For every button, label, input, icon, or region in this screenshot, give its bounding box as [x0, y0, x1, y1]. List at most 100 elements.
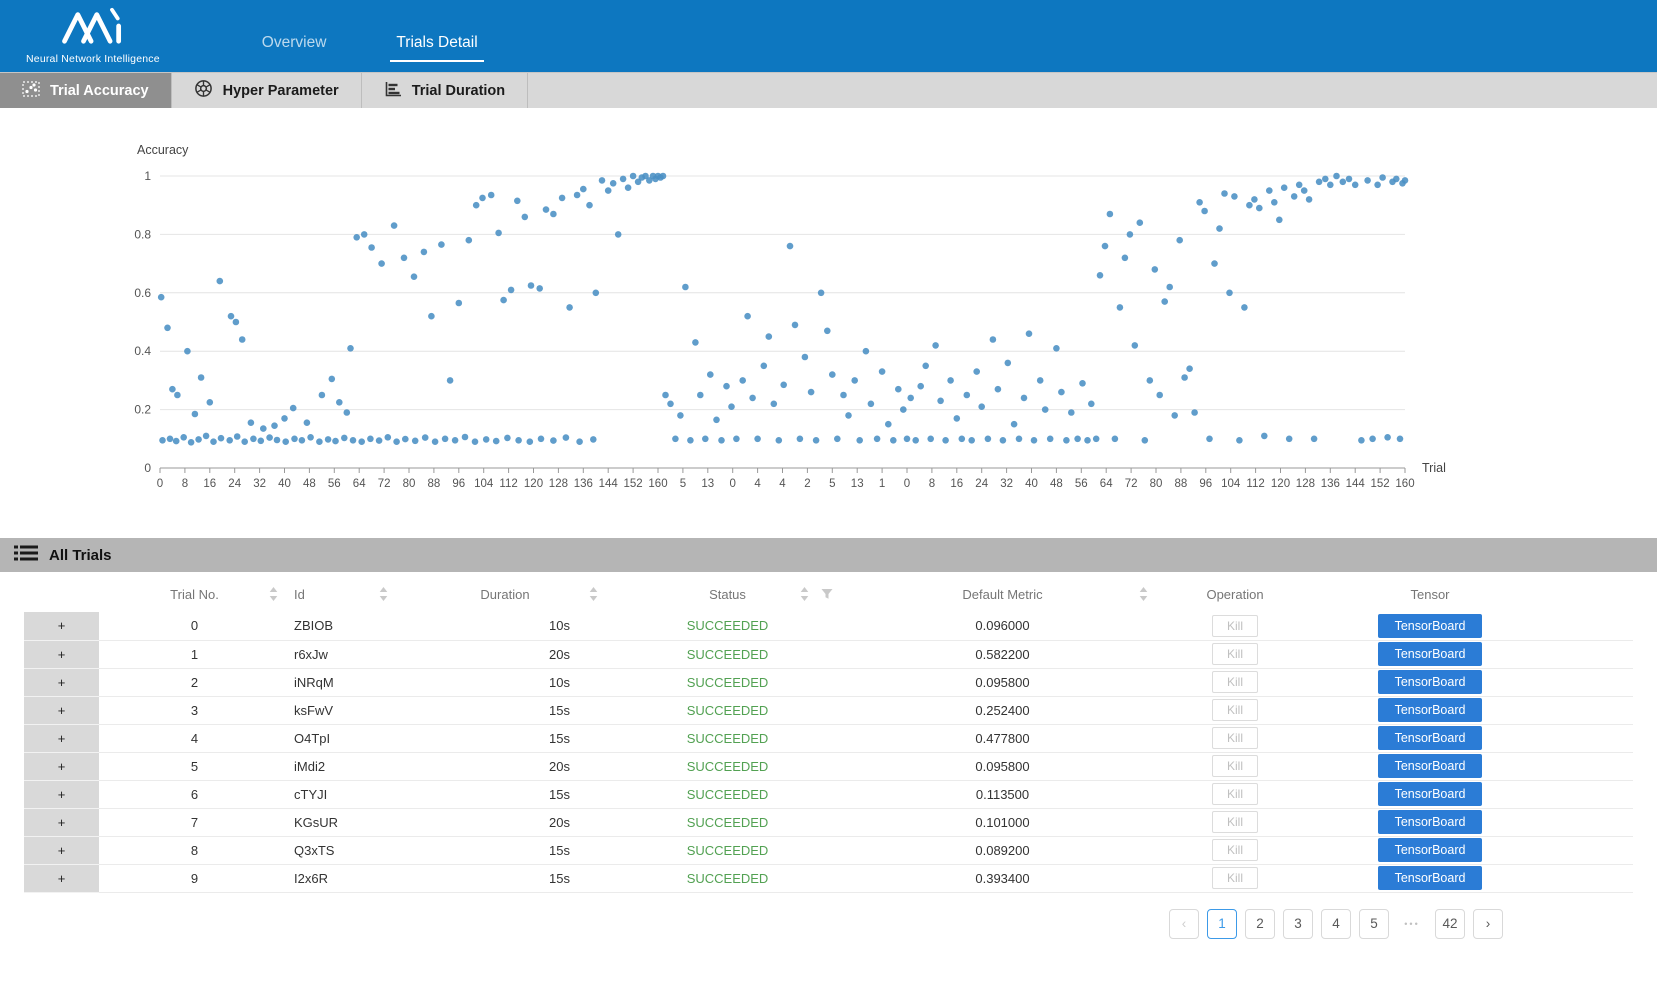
kill-button[interactable]: Kill [1212, 671, 1258, 693]
svg-text:13: 13 [701, 478, 714, 490]
metric-cell: 0.113500 [845, 780, 1160, 808]
svg-text:24: 24 [975, 478, 988, 490]
expand-row-button[interactable]: + [24, 668, 99, 696]
status-cell: SUCCEEDED [610, 836, 845, 864]
col-duration[interactable]: Duration [400, 576, 610, 612]
tensorboard-button[interactable]: TensorBoard [1378, 698, 1482, 722]
status-cell: SUCCEEDED [610, 696, 845, 724]
tab-trial-duration[interactable]: Trial Duration [362, 73, 528, 108]
table-header-row: Trial No. Id Duration [24, 576, 1633, 612]
expand-row-button[interactable]: + [24, 752, 99, 780]
svg-text:Trial: Trial [1422, 461, 1446, 475]
kill-button[interactable]: Kill [1212, 699, 1258, 721]
tensorboard-button[interactable]: TensorBoard [1378, 726, 1482, 750]
tensorboard-button[interactable]: TensorBoard [1378, 810, 1482, 834]
svg-text:72: 72 [1125, 478, 1138, 490]
kill-button[interactable]: Kill [1212, 811, 1258, 833]
bar-chart-icon [384, 81, 402, 101]
accuracy-scatter-chart[interactable]: 00.20.40.60.8108162432404856647280889610… [0, 120, 1657, 520]
expand-row-button[interactable]: + [24, 780, 99, 808]
nav-tab-overview[interactable]: Overview [256, 10, 333, 62]
sort-icon[interactable] [800, 587, 809, 601]
trial-no-cell: 0 [99, 612, 290, 640]
kill-button[interactable]: Kill [1212, 755, 1258, 777]
expand-row-button[interactable]: + [24, 696, 99, 724]
expand-row-button[interactable]: + [24, 640, 99, 668]
pagination-page-4[interactable]: 4 [1321, 909, 1351, 939]
duration-cell: 10s [400, 612, 610, 640]
expand-row-button[interactable]: + [24, 864, 99, 892]
metric-cell: 0.252400 [845, 696, 1160, 724]
pagination-page-2[interactable]: 2 [1245, 909, 1275, 939]
col-default-metric[interactable]: Default Metric [845, 576, 1160, 612]
metric-cell: 0.477800 [845, 724, 1160, 752]
all-trials-bar: All Trials [0, 538, 1657, 572]
tab-hyper-parameter[interactable]: Hyper Parameter [172, 73, 362, 108]
col-trial-no[interactable]: Trial No. [99, 576, 290, 612]
pagination-next-button[interactable]: › [1473, 909, 1503, 939]
tensorboard-button[interactable]: TensorBoard [1378, 866, 1482, 890]
col-status[interactable]: Status [610, 576, 845, 612]
expand-row-button[interactable]: + [24, 808, 99, 836]
trial-id-cell: ksFwV [290, 696, 400, 724]
svg-text:112: 112 [1246, 478, 1264, 490]
svg-text:96: 96 [1199, 478, 1212, 490]
svg-text:56: 56 [328, 478, 341, 490]
col-id[interactable]: Id [290, 576, 400, 612]
svg-text:144: 144 [1346, 478, 1366, 490]
expand-row-button[interactable]: + [24, 836, 99, 864]
table-row: +7KGsUR20sSUCCEEDED0.101000KillTensorBoa… [24, 808, 1633, 836]
status-cell: SUCCEEDED [610, 640, 845, 668]
sort-icon[interactable] [269, 587, 278, 601]
svg-text:128: 128 [549, 478, 568, 490]
sort-icon[interactable] [589, 587, 598, 601]
expand-row-button[interactable]: + [24, 612, 99, 640]
pagination-page-42[interactable]: 42 [1435, 909, 1465, 939]
metric-cell: 0.095800 [845, 752, 1160, 780]
filter-icon[interactable] [821, 588, 833, 600]
pagination-page-5[interactable]: 5 [1359, 909, 1389, 939]
metric-cell: 0.393400 [845, 864, 1160, 892]
svg-text:1: 1 [144, 169, 151, 183]
tensorboard-button[interactable]: TensorBoard [1378, 838, 1482, 862]
kill-button[interactable]: Kill [1212, 839, 1258, 861]
tensorboard-button[interactable]: TensorBoard [1378, 670, 1482, 694]
pagination-prev-button: ‹ [1169, 909, 1199, 939]
svg-text:80: 80 [403, 478, 416, 490]
kill-button[interactable]: Kill [1212, 643, 1258, 665]
tab-trial-accuracy[interactable]: Trial Accuracy [0, 73, 172, 108]
sort-icon[interactable] [379, 587, 388, 601]
tensorboard-button[interactable]: TensorBoard [1378, 754, 1482, 778]
svg-text:120: 120 [1271, 478, 1290, 490]
svg-text:64: 64 [1100, 478, 1113, 490]
svg-text:40: 40 [1025, 478, 1038, 490]
tensorboard-button[interactable]: TensorBoard [1378, 614, 1482, 638]
kill-button[interactable]: Kill [1212, 615, 1258, 637]
nni-logo-icon [57, 7, 129, 50]
metric-cell: 0.096000 [845, 612, 1160, 640]
expand-row-button[interactable]: + [24, 724, 99, 752]
tensorboard-button[interactable]: TensorBoard [1378, 642, 1482, 666]
kill-button[interactable]: Kill [1212, 783, 1258, 805]
svg-text:4: 4 [779, 478, 786, 490]
svg-text:8: 8 [929, 478, 935, 490]
table-row: +2iNRqM10sSUCCEEDED0.095800KillTensorBoa… [24, 668, 1633, 696]
nav-tab-trials-detail[interactable]: Trials Detail [390, 10, 483, 62]
pagination-page-1[interactable]: 1 [1207, 909, 1237, 939]
col-operation: Operation [1160, 576, 1310, 612]
svg-text:2: 2 [804, 478, 810, 490]
all-trials-title: All Trials [49, 547, 112, 564]
svg-text:0: 0 [729, 478, 735, 490]
tab-label: Trial Duration [412, 83, 505, 99]
svg-text:88: 88 [428, 478, 441, 490]
kill-button[interactable]: Kill [1212, 727, 1258, 749]
sort-icon[interactable] [1139, 587, 1148, 601]
kill-button[interactable]: Kill [1212, 867, 1258, 889]
svg-text:48: 48 [303, 478, 316, 490]
tensorboard-button[interactable]: TensorBoard [1378, 782, 1482, 806]
duration-cell: 20s [400, 640, 610, 668]
pagination-page-3[interactable]: 3 [1283, 909, 1313, 939]
trial-no-cell: 8 [99, 836, 290, 864]
metric-cell: 0.582200 [845, 640, 1160, 668]
table-row: +5iMdi220sSUCCEEDED0.095800KillTensorBoa… [24, 752, 1633, 780]
